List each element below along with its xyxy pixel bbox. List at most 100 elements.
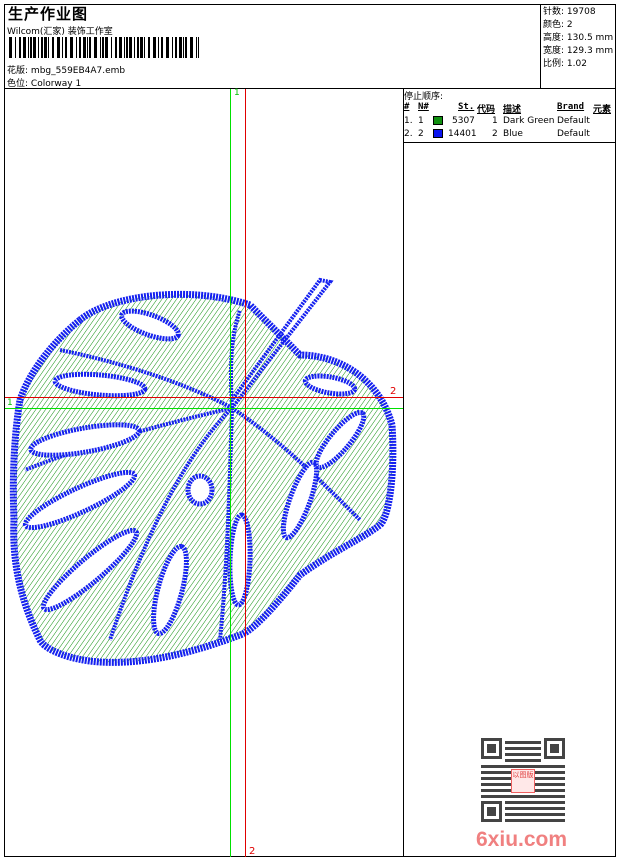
- qr-module: [499, 789, 502, 792]
- qr-module: [553, 801, 556, 804]
- qr-module: [526, 795, 529, 798]
- qr-module: [526, 741, 529, 744]
- qr-module: [514, 807, 517, 810]
- qr-module: [520, 819, 523, 822]
- guide-label-1-left: 1: [7, 398, 13, 408]
- qr-module: [550, 795, 553, 798]
- qr-module: [508, 741, 511, 744]
- qr-module: [517, 765, 520, 768]
- qr-module: [559, 813, 562, 816]
- qr-module: [514, 741, 517, 744]
- qr-module: [520, 747, 523, 750]
- qr-module: [550, 801, 553, 804]
- qr-module: [556, 819, 559, 822]
- qr-module: [532, 813, 535, 816]
- qr-module: [544, 783, 547, 786]
- qr-module: [550, 777, 553, 780]
- qr-module: [523, 741, 526, 744]
- qr-module: [562, 783, 565, 786]
- guide-vertical-2: [245, 89, 246, 857]
- qr-module: [523, 813, 526, 816]
- qr-module: [529, 807, 532, 810]
- qr-module: [541, 789, 544, 792]
- qr-module: [535, 777, 538, 780]
- qr-module: [484, 765, 487, 768]
- qr-module: [532, 753, 535, 756]
- qr-module: [490, 765, 493, 768]
- qr-module: [520, 753, 523, 756]
- qr-module: [553, 771, 556, 774]
- qr-module: [535, 765, 538, 768]
- qr-module: [514, 795, 517, 798]
- qr-module: [514, 753, 517, 756]
- qr-module: [556, 801, 559, 804]
- qr-module: [481, 771, 484, 774]
- qr-module: [520, 741, 523, 744]
- qr-module: [562, 807, 565, 810]
- qr-module: [481, 795, 484, 798]
- qr-module: [517, 753, 520, 756]
- qr-module: [499, 777, 502, 780]
- qr-module: [553, 777, 556, 780]
- qr-module: [526, 801, 529, 804]
- qr-module: [487, 744, 496, 753]
- qr-module: [535, 753, 538, 756]
- qr-module: [520, 759, 523, 762]
- qr-module: [529, 801, 532, 804]
- qr-module: [562, 801, 565, 804]
- qr-module: [559, 789, 562, 792]
- qr-module: [529, 795, 532, 798]
- col-description: 描述: [503, 105, 522, 115]
- qr-module: [535, 819, 538, 822]
- qr-module: [538, 807, 541, 810]
- qr-module: [484, 771, 487, 774]
- qr-module: [493, 777, 496, 780]
- qr-module: [553, 783, 556, 786]
- qr-module: [544, 801, 547, 804]
- qr-module: [538, 771, 541, 774]
- qr-module: [511, 765, 514, 768]
- qr-module: [511, 741, 514, 744]
- qr-module: [556, 783, 559, 786]
- qr-module: [511, 753, 514, 756]
- col-brand: Brand: [557, 102, 585, 112]
- qr-module: [481, 777, 484, 780]
- qr-module: [508, 795, 511, 798]
- qr-module: [484, 795, 487, 798]
- qr-module: [556, 777, 559, 780]
- qr-module: [541, 783, 544, 786]
- qr-module: [526, 747, 529, 750]
- qr-module: [499, 771, 502, 774]
- qr-module: [550, 789, 553, 792]
- qr-module: [484, 777, 487, 780]
- qr-module: [532, 765, 535, 768]
- qr-module: [505, 783, 508, 786]
- qr-module: [508, 819, 511, 822]
- qr-module: [538, 795, 541, 798]
- qr-module: [547, 783, 550, 786]
- qr-module: [487, 795, 490, 798]
- col-index: #: [404, 102, 410, 112]
- qr-module: [520, 765, 523, 768]
- qr-module: [505, 819, 508, 822]
- col-code: 代码: [477, 105, 496, 115]
- qr-module: [541, 813, 544, 816]
- stop-sequence-title: 停止顺序:: [404, 92, 444, 102]
- stat-scale: 比例: 1.02: [543, 59, 587, 69]
- qr-module: [559, 807, 562, 810]
- qr-module: [493, 771, 496, 774]
- qr-module: [505, 813, 508, 816]
- guide-label-2-bottom: 2: [249, 846, 256, 857]
- qr-module: [529, 765, 532, 768]
- qr-module: [511, 801, 514, 804]
- qr-module: [508, 807, 511, 810]
- qr-module: [550, 771, 553, 774]
- qr-module: [505, 747, 508, 750]
- qr-module: [505, 795, 508, 798]
- qr-module: [484, 789, 487, 792]
- qr-module: [547, 819, 550, 822]
- qr-module: [535, 759, 538, 762]
- qr-module: [526, 759, 529, 762]
- qr-module: [517, 795, 520, 798]
- qr-module: [493, 795, 496, 798]
